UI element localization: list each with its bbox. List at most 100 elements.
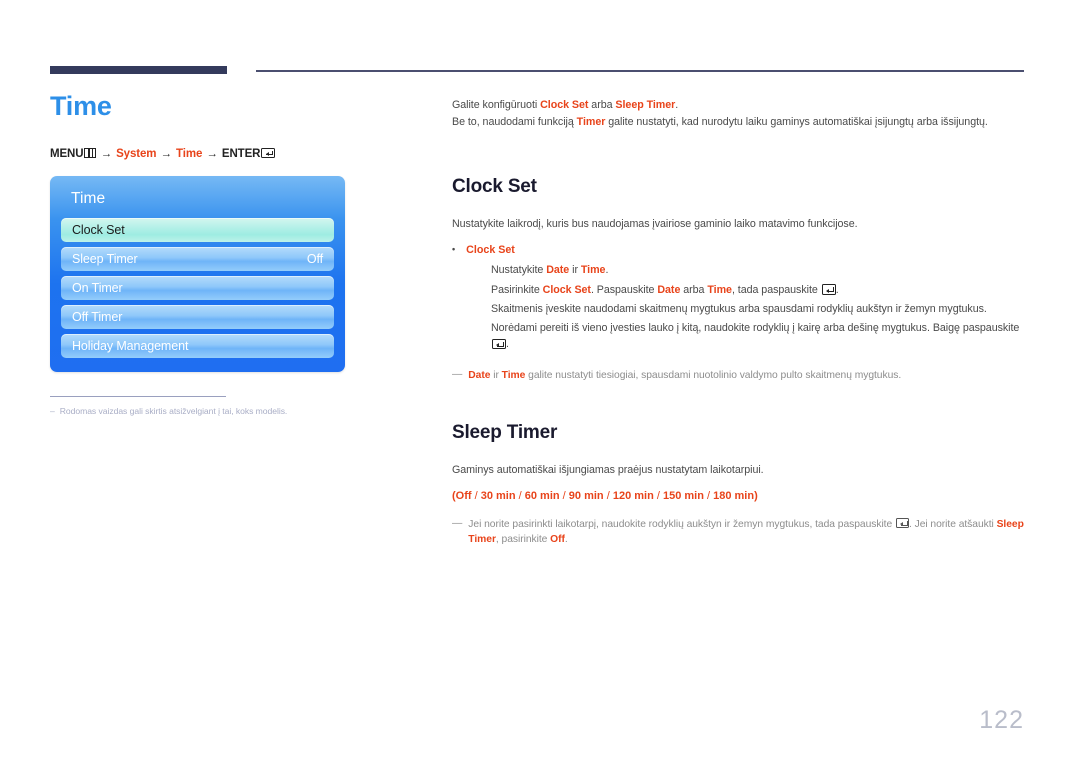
osd-panel-title: Time <box>71 189 106 207</box>
cs1-b: ir <box>569 264 581 277</box>
options-sep: / <box>559 490 569 503</box>
menu-path-breadcrumb: MENU → System → Time → ENTER <box>50 147 410 160</box>
right-column: Galite konfigūruoti Clock Set arba Sleep… <box>452 98 1024 547</box>
cs2-a: Pasirinkite <box>491 283 543 296</box>
st-note-a: Jei norite pasirinkti laikotarpį, naudok… <box>468 518 895 530</box>
cs2-date: Date <box>657 283 681 296</box>
page-number: 122 <box>979 706 1024 734</box>
menu-path-arrow-1: → <box>100 147 113 160</box>
menu-path-step-time: Time <box>176 147 203 160</box>
osd-item-label: Clock Set <box>72 222 125 237</box>
intro-line2-b: galite nustatyti, kad nurodytu laiku gam… <box>605 115 988 128</box>
osd-item-clock-set[interactable]: Clock Set <box>61 217 334 242</box>
left-column: Time MENU → System → Time → ENTER Time C… <box>50 91 410 416</box>
menu-path-menu-label: MENU <box>50 147 84 160</box>
osd-item-label: Holiday Management <box>72 338 189 353</box>
option-180min: 180 min <box>713 490 755 503</box>
clock-set-step-4: Norėdami pereiti iš vieno įvesties lauko… <box>491 321 1024 353</box>
sleep-timer-options: (Off / 30 min / 60 min / 90 min / 120 mi… <box>452 488 1024 504</box>
sleep-timer-note-text: Jei norite pasirinkti laikotarpį, naudok… <box>468 517 1024 547</box>
option-60min: 60 min <box>524 490 560 503</box>
menu-path-enter-label: ENTER <box>221 147 261 160</box>
cs2-d: , tada paspauskite <box>731 283 821 296</box>
cs1-date: Date <box>546 264 570 277</box>
clock-set-bullet-body: Nustatykite Date ir Time. Pasirinkite Cl… <box>491 263 1024 353</box>
intro-line1-a: Galite konfigūruoti <box>452 99 541 111</box>
header-rule-thin <box>256 70 1024 72</box>
menu-bars-icon <box>84 147 97 158</box>
osd-item-sleep-timer[interactable]: Sleep Timer Off <box>61 246 334 271</box>
cs1-c: . <box>605 264 609 277</box>
clock-set-bullet-heading: • Clock Set <box>452 243 1024 259</box>
footnote-dash: – <box>50 405 55 416</box>
intro-line-2: Be to, naudodami funkciją Timer galite n… <box>452 115 1024 131</box>
osd-item-off-timer[interactable]: Off Timer <box>61 304 334 329</box>
note-dash: ― <box>452 517 463 529</box>
menu-path-arrow-2: → <box>160 147 173 160</box>
footnote-text: Rodomas vaizdas gali skirtis atsižvelgia… <box>59 405 288 416</box>
options-sep: / <box>515 490 525 503</box>
options-sep: / <box>603 490 613 503</box>
osd-item-value: Off <box>306 251 323 266</box>
enter-key-icon <box>895 518 909 528</box>
st-note-b: . Jei norite atšaukti <box>908 518 997 530</box>
option-150min: 150 min <box>662 490 704 503</box>
intro-line2-a: Be to, naudodami funkciją <box>452 115 577 128</box>
sleep-timer-note: ― Jei norite pasirinkti laikotarpį, naud… <box>452 517 1024 547</box>
cs1-time: Time <box>580 264 606 277</box>
intro-line-1: Galite konfigūruoti Clock Set arba Sleep… <box>452 98 1024 114</box>
enter-key-icon <box>261 147 276 159</box>
sleep-timer-lead: Gaminys automatiškai išjungiamas praėjus… <box>452 464 764 477</box>
menu-path-arrow-3: → <box>206 147 218 160</box>
cs2-clock-set: Clock Set <box>542 283 591 296</box>
page-title: Time <box>50 91 112 121</box>
options-sep: / <box>653 490 663 503</box>
bullet-dot-icon: • <box>452 243 456 254</box>
clock-set-bullet-block: • Clock Set Nustatykite Date ir Time. Pa… <box>452 243 1024 353</box>
intro-paragraph: Galite konfigūruoti Clock Set arba Sleep… <box>452 98 1024 131</box>
footnote-divider <box>50 395 226 397</box>
clock-set-bullet-label: Clock Set <box>466 243 515 256</box>
cs2-b: . Paspauskite <box>590 283 658 296</box>
clock-set-step-2: Pasirinkite Clock Set. Paspauskite Date … <box>491 283 1024 299</box>
option-90min: 90 min <box>568 490 604 503</box>
section-heading-clock-set: Clock Set <box>452 175 537 197</box>
option-off: Off <box>455 490 472 503</box>
enter-key-icon <box>821 284 836 295</box>
st-note-off: Off <box>550 533 565 545</box>
cs4-a: Norėdami pereiti iš vieno įvesties lauko… <box>491 322 1020 335</box>
intro-line1-sleep-timer: Sleep Timer <box>615 99 676 111</box>
intro-line2-timer: Timer <box>576 115 606 128</box>
clock-set-step-1: Nustatykite Date ir Time. <box>491 263 1024 279</box>
cs4-b: . <box>506 338 509 351</box>
note-a: ir <box>490 370 502 382</box>
clock-set-note: ― Date ir Time galite nustatyti tiesiogi… <box>452 368 1024 383</box>
osd-item-label: On Timer <box>72 280 123 295</box>
note-date: Date <box>468 370 491 382</box>
clock-set-lead: Nustatykite laikrodį, kuris bus naudojam… <box>452 217 858 230</box>
st-note-d: . <box>564 533 568 545</box>
left-footnote: – Rodomas vaizdas gali skirtis atsižvelg… <box>50 406 410 416</box>
option-30min: 30 min <box>480 490 516 503</box>
options-close-paren: ) <box>754 490 758 503</box>
options-sep: / <box>703 490 714 503</box>
cs2-e: . <box>835 283 839 296</box>
enter-key-icon <box>492 338 506 350</box>
osd-item-holiday-management[interactable]: Holiday Management <box>61 333 334 358</box>
header-rule-thick <box>50 66 227 74</box>
intro-line1-c: . <box>675 99 679 111</box>
osd-item-on-timer[interactable]: On Timer <box>61 275 334 300</box>
options-sep: / <box>471 490 481 503</box>
osd-item-label: Sleep Timer <box>72 251 138 266</box>
section-heading-sleep-timer: Sleep Timer <box>452 422 558 444</box>
note-time: Time <box>501 370 526 382</box>
clock-set-note-text: Date ir Time galite nustatyti tiesiogiai… <box>468 368 901 383</box>
cs2-time: Time <box>707 283 732 296</box>
st-note-c: , pasirinkite <box>495 533 551 545</box>
intro-line1-clock-set: Clock Set <box>540 99 589 111</box>
option-120min: 120 min <box>612 490 654 503</box>
osd-panel: Time Clock Set Sleep Timer Off On Timer … <box>50 175 345 372</box>
intro-line1-b: arba <box>588 99 616 111</box>
osd-item-label: Off Timer <box>72 309 123 324</box>
cs2-c: arba <box>680 283 708 296</box>
